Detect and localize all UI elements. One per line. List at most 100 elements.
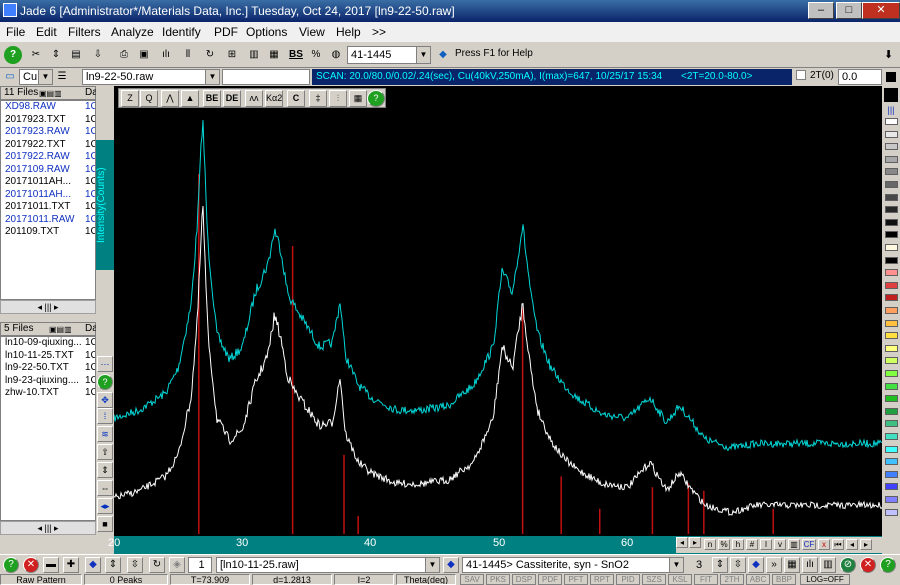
log-toggle[interactable]: LOG=OFF [800,574,850,585]
color-swatch[interactable] [885,294,898,302]
panel2-file-item[interactable]: ln9-22-50.TXT 1C [1,362,95,375]
color-swatch[interactable] [885,382,898,390]
help-icon[interactable]: ? [3,45,23,65]
plus-icon[interactable]: ✚ [63,557,79,573]
expand-icon[interactable]: ✥ [97,392,113,408]
refresh-icon[interactable]: ↻ [200,45,220,65]
table-icon[interactable]: ▦ [264,45,284,65]
help-icon[interactable]: ? [880,557,896,573]
panel2-file-item[interactable]: ln9-23-qiuxing.... 1C [1,375,95,388]
sav-button[interactable]: SAV [460,574,484,585]
panel1-file-item[interactable]: 20171011AH... 1C [1,189,95,202]
move-icon[interactable]: ◆ [748,557,764,573]
chevron-down-icon[interactable]: ▼ [669,558,683,572]
stop-icon[interactable] [884,70,898,84]
filter-icon[interactable]: ⫴ [178,45,198,65]
leftright-icon[interactable]: ⇔ [97,480,113,496]
color-swatch[interactable] [885,307,898,314]
updown-arrows-icon[interactable]: ⇕ [46,45,66,65]
scale-n-button[interactable]: n [704,539,716,550]
menu-options[interactable]: Options [246,25,287,39]
next-icon[interactable]: ▸ [860,539,872,550]
peak-icon[interactable]: ⋀ [161,90,179,107]
color-swatch[interactable] [885,407,898,415]
rpt-button[interactable]: RPT [590,574,614,585]
cursor-z-button[interactable]: Z [121,90,139,107]
horizontal-scrollbar[interactable]: ◂ ||| ▸ [0,300,96,314]
cancel-icon[interactable]: ✕ [23,557,39,573]
printer-icon[interactable]: ⎙ [114,45,134,65]
kalpha2-button[interactable]: Kα2 [265,90,283,107]
xrd-plot-svg[interactable] [113,86,883,536]
stack-icon[interactable]: ⇳ [127,557,143,573]
scale-icon[interactable]: ‡ [309,90,327,107]
color-swatch[interactable] [885,420,898,428]
folder-icons[interactable]: ▣▤▥ [39,88,62,100]
horizontal-scrollbar[interactable]: ◂ ||| ▸ [0,521,96,535]
scale-l-button[interactable]: l [760,539,772,550]
2th-button[interactable]: 2TH [720,574,744,585]
panel1-file-item[interactable]: 20171011.RAW 1C [1,214,95,227]
updown-icon[interactable]: ⇕ [97,462,113,478]
cut-icon[interactable]: ✂ [26,45,46,65]
stack-icon[interactable]: ⇳ [730,557,746,573]
bar-scale-icon[interactable]: ⫶ [329,90,347,107]
x-button[interactable]: x [818,539,830,550]
pft-button[interactable]: PFT [564,574,588,585]
color-swatch[interactable] [885,508,898,516]
file-combo[interactable]: ln9-22-50.raw ▼ [82,69,220,85]
panel2-file-item[interactable]: ln10-11-25.TXT 1C [1,350,95,363]
import-icon[interactable]: ⇩ [88,45,108,65]
color-swatch[interactable] [885,231,898,239]
xrd-plot[interactable] [113,86,883,536]
panel1-file-item[interactable]: 2017923.TXT 1C [1,114,95,127]
scale-percent-button[interactable]: % [718,539,730,550]
color-swatch[interactable] [885,181,898,188]
pks-button[interactable]: PKS [486,574,510,585]
menu-help[interactable]: Help [336,25,361,39]
pdf-card-combo[interactable]: 41-1445 ▼ [347,46,431,64]
shift-icon[interactable]: ◂▸ [97,498,113,514]
phase-combo[interactable]: 41-1445> Cassiterite, syn - SnO2 ▼ [462,557,684,573]
menu-file[interactable]: File [6,25,25,39]
color-swatch[interactable] [885,458,898,466]
color-swatch[interactable] [885,244,898,251]
color-swatch[interactable] [885,319,898,327]
table-icon[interactable]: ▦ [784,557,800,573]
color-swatch[interactable] [885,256,898,264]
chevron-down-icon[interactable]: ▼ [38,70,52,84]
cancel-icon[interactable]: ✕ [860,557,876,573]
refresh-icon[interactable]: ↻ [149,557,165,573]
fast-forward-icon[interactable]: » [766,557,782,573]
color-swatch[interactable] [885,155,898,163]
menu-filters[interactable]: Filters [68,25,101,39]
cf-button[interactable]: CF [802,539,816,550]
panel2-file-item[interactable]: ln10-09-qiuxing...1C [1,337,95,350]
save-icon[interactable]: ▣ [134,45,154,65]
panel1-file-item[interactable]: 2017922.TXT 1C [1,139,95,152]
move-icon[interactable]: ◆ [443,557,459,573]
minimize-button[interactable]: – [808,2,834,19]
bbp-button[interactable]: BBP [772,574,796,585]
dsp-button[interactable]: DSP [512,574,536,585]
updown-arrows-icon[interactable]: ⇕ [712,557,728,573]
color-swatch[interactable] [885,370,898,377]
color-swatch[interactable] [885,143,898,151]
chevron-down-icon[interactable]: ▼ [205,70,219,84]
pid-button[interactable]: PID [616,574,640,585]
spread-icon[interactable]: ⁞ [97,408,113,424]
arrow-down-icon[interactable]: ⬇ [884,48,893,61]
shift-right-icon[interactable]: ▸ [689,537,701,548]
menu-edit[interactable]: Edit [36,25,57,39]
color-swatch[interactable] [885,168,898,176]
zoom-icon[interactable]: ⋯ [97,356,113,372]
overlay-combo[interactable]: [ln10-11-25.raw] ▼ [216,557,440,573]
prev-icon[interactable]: ◂ [846,539,858,550]
color-swatch[interactable] [885,433,898,440]
panel1-file-item[interactable]: 2017923.RAW 1C [1,126,95,139]
panel1-file-item[interactable]: 2017109.RAW 1C [1,164,95,177]
minus-icon[interactable]: ▬ [43,557,59,573]
list-icon[interactable]: ☰ [54,69,70,85]
scale-h-button[interactable]: h [732,539,744,550]
color-swatch[interactable] [885,470,898,478]
